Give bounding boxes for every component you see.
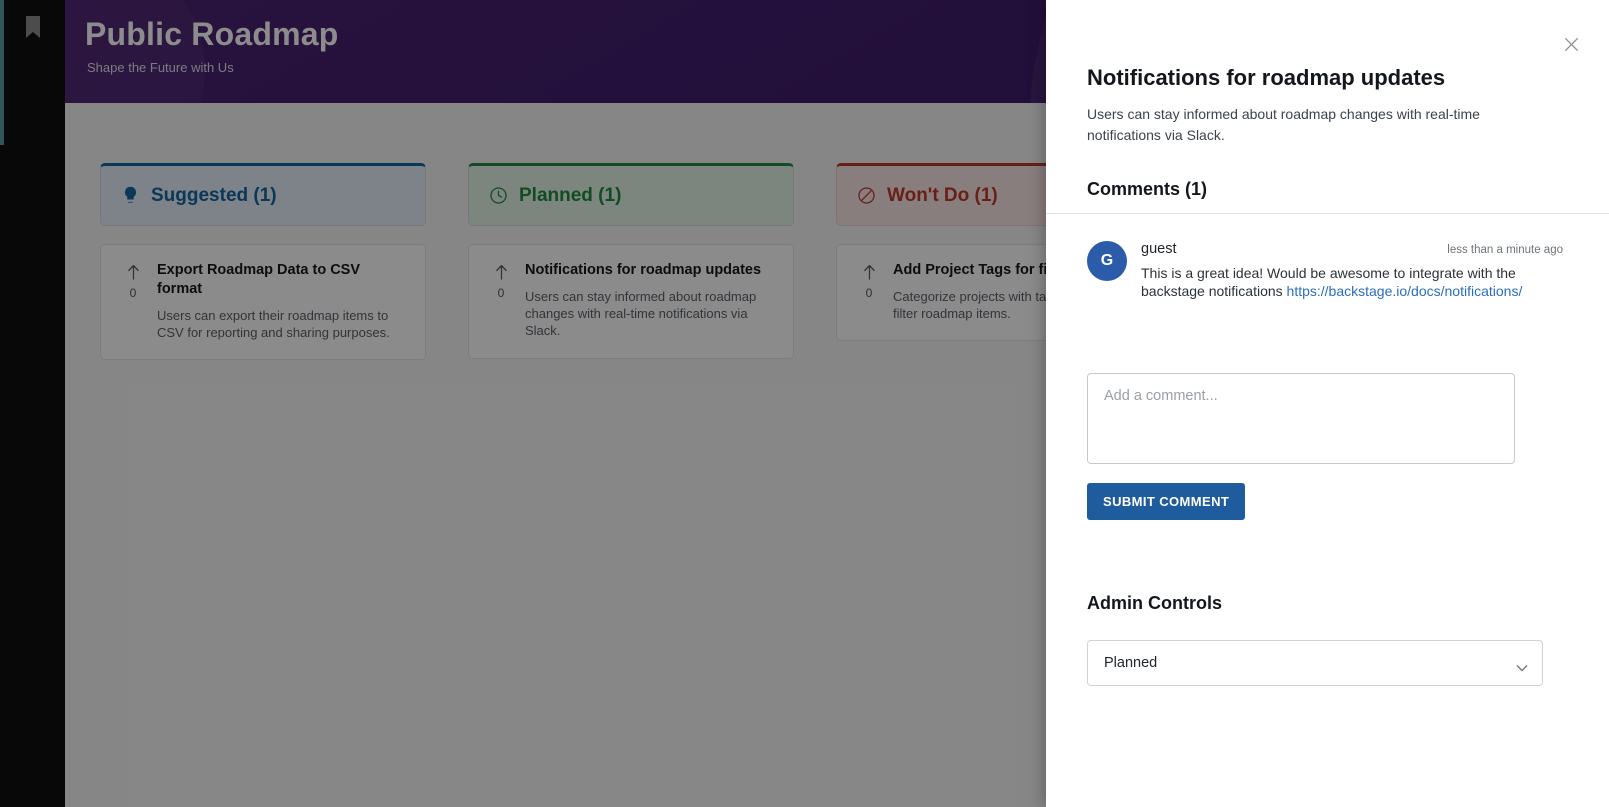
- comment-item: G guest less than a minute ago This is a…: [1087, 240, 1563, 302]
- card-title: Notifications for roadmap updates: [525, 262, 762, 278]
- avatar: G: [1087, 240, 1127, 281]
- upvote-arrow-icon[interactable]: [494, 264, 509, 281]
- app-root: Public Roadmap Shape the Future with Us …: [0, 0, 1609, 807]
- card-body: Notifications for roadmap updates Users …: [525, 261, 775, 340]
- vote-count: 0: [865, 286, 873, 300]
- vote-control[interactable]: 0: [487, 261, 515, 340]
- vote-control[interactable]: 0: [119, 261, 147, 341]
- page-title: Public Roadmap: [85, 16, 339, 52]
- card-title: Export Roadmap Data to CSV format: [157, 262, 361, 297]
- block-circle-slash-icon: [857, 186, 876, 205]
- card-description: Users can stay informed about roadmap ch…: [525, 288, 757, 339]
- upvote-arrow-icon[interactable]: [862, 264, 877, 281]
- drawer-description: Users can stay informed about roadmap ch…: [1087, 105, 1480, 143]
- comment-author: guest: [1141, 240, 1177, 257]
- sidebar: [0, 0, 65, 807]
- comment-text-wrapper: This is a great idea! Would be awesome t…: [1141, 264, 1533, 302]
- clock-icon: [489, 186, 508, 205]
- comments-divider: [1046, 212, 1609, 214]
- card-body: Export Roadmap Data to CSV format Users …: [157, 261, 407, 341]
- comments-heading: Comments (1): [1087, 178, 1208, 199]
- column-header-planned[interactable]: Planned (1): [468, 163, 794, 226]
- lightbulb-icon: [121, 186, 140, 205]
- comment-timestamp: less than a minute ago: [1447, 243, 1563, 256]
- page-subtitle: Shape the Future with Us: [87, 60, 234, 75]
- card-description: Users can export their roadmap items to …: [157, 307, 390, 340]
- chevron-down-icon[interactable]: [1516, 659, 1528, 672]
- vote-control[interactable]: 0: [855, 261, 883, 322]
- close-x-icon[interactable]: [1557, 30, 1585, 58]
- sidebar-accent-bar: [0, 0, 4, 145]
- vote-count: 0: [497, 286, 505, 300]
- comment-input[interactable]: [1087, 373, 1515, 465]
- comment-meta-row: guest less than a minute ago: [1141, 241, 1563, 257]
- admin-controls-heading: Admin Controls: [1087, 593, 1222, 614]
- detail-drawer: Notifications for roadmap updates Users …: [1046, 0, 1609, 807]
- drawer-title: Notifications for roadmap updates: [1087, 65, 1446, 90]
- vote-count: 0: [129, 286, 137, 300]
- roadmap-card[interactable]: 0 Notifications for roadmap updates User…: [468, 244, 794, 359]
- status-select-value: Planned: [1104, 655, 1158, 672]
- status-select[interactable]: Planned: [1087, 640, 1543, 687]
- upvote-arrow-icon[interactable]: [126, 264, 141, 281]
- bookmark-icon[interactable]: [24, 16, 42, 38]
- column-label-wont-do: Won't Do (1): [887, 184, 998, 206]
- drawer-content: Notifications for roadmap updates Users …: [1046, 0, 1609, 687]
- comment-link[interactable]: https://backstage.io/docs/notifications/: [1287, 283, 1523, 299]
- column-header-suggested[interactable]: Suggested (1): [100, 163, 426, 226]
- submit-comment-button[interactable]: SUBMIT COMMENT: [1087, 483, 1246, 521]
- column-label-planned: Planned (1): [519, 184, 622, 206]
- column-suggested: Suggested (1) 0 Export Roadmap Data to C…: [100, 163, 426, 361]
- column-planned: Planned (1) 0 Notifications for roadmap …: [468, 163, 794, 360]
- comment-main: guest less than a minute ago This is a g…: [1141, 241, 1563, 302]
- column-label-suggested: Suggested (1): [151, 184, 277, 206]
- roadmap-card[interactable]: 0 Export Roadmap Data to CSV format User…: [100, 244, 426, 361]
